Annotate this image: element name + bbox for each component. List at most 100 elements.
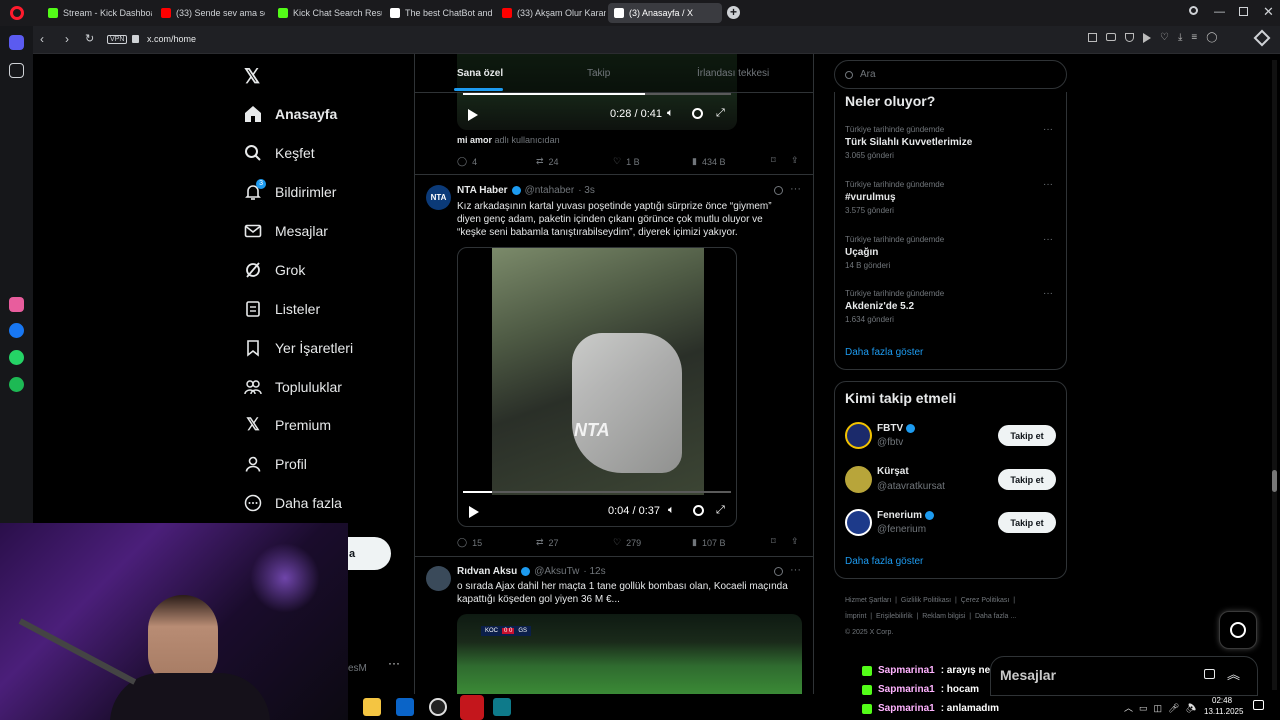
tab-list[interactable]: İrlandası tekkesi	[697, 68, 769, 79]
opera-taskbar-icon[interactable]	[460, 695, 484, 720]
download-icon[interactable]: ⤓	[1178, 33, 1182, 45]
video-progress-track[interactable]	[463, 491, 731, 493]
follow-button[interactable]: Takip et	[998, 425, 1056, 446]
views-action[interactable]: ▮ 434 B	[692, 156, 725, 167]
nav-explore[interactable]: Keşfet	[244, 140, 315, 166]
avatar[interactable]	[845, 466, 872, 493]
footer-link[interactable]: Daha fazla ...	[975, 613, 1016, 620]
app-taskbar-icon[interactable]	[493, 698, 511, 716]
notification-center-icon[interactable]	[1253, 700, 1264, 710]
settings-icon[interactable]	[693, 505, 704, 516]
browser-tab[interactable]: (33) Akşam Olur Karanlığa	[496, 3, 606, 23]
avatar[interactable]	[426, 566, 451, 591]
show-more-link[interactable]: Daha fazla göster	[845, 556, 923, 567]
url-field[interactable]: x.com/home	[147, 34, 196, 44]
footer-link[interactable]: İmprint	[845, 613, 866, 620]
compose-message-icon[interactable]	[1204, 669, 1215, 679]
browser-tab[interactable]: Kick Chat Search Results	[272, 3, 382, 23]
obs-icon[interactable]	[429, 698, 447, 716]
system-tray-icons[interactable]: ︿▭◫🎤︎🔈︎	[1124, 701, 1203, 714]
vpn-badge[interactable]: VPN	[107, 35, 128, 44]
suggestion-name[interactable]: Fenerium	[877, 510, 935, 521]
avatar[interactable]: NTA	[426, 185, 451, 210]
reload-icon[interactable]: ↻	[85, 32, 94, 45]
whatsapp-icon[interactable]	[9, 350, 24, 365]
avatar[interactable]	[845, 422, 872, 449]
nav-messages[interactable]: Mesajlar	[244, 218, 328, 244]
browser-tab[interactable]: The best ChatBot and Wid	[384, 3, 494, 23]
top-video-play-icon[interactable]	[468, 109, 478, 121]
tweet-video[interactable]: NTA 0:04 / 0:37 🔈︎ ⤢	[457, 247, 737, 527]
close-icon[interactable]: ✕	[1263, 4, 1274, 20]
trend-more-icon[interactable]: ···	[1043, 234, 1053, 245]
nav-lists[interactable]: Listeler	[244, 296, 320, 322]
pinboard-icon[interactable]	[9, 63, 24, 78]
outlook-icon[interactable]	[396, 698, 414, 716]
share-action[interactable]: ⇪	[791, 155, 799, 166]
repost-action[interactable]: ⇄ 27	[536, 537, 559, 548]
browser-tab[interactable]: (33) Sende sev ama sevilm	[155, 3, 265, 23]
trend-more-icon[interactable]: ···	[1043, 288, 1053, 299]
menu-icon[interactable]: ≡	[1191, 33, 1197, 45]
trend-item[interactable]: Türkiye tarihinde gündemde Uçağın 14 B g…	[845, 235, 1045, 270]
aria-icon[interactable]	[1253, 29, 1271, 47]
nav-grok[interactable]: Grok	[244, 257, 305, 283]
tweet-more-icon[interactable]: ···	[790, 564, 801, 576]
home-speed-dial-icon[interactable]	[9, 35, 24, 50]
like-action[interactable]: ♡ 279	[613, 537, 641, 548]
show-more-link[interactable]: Daha fazla göster	[845, 347, 923, 358]
nav-more[interactable]: Daha fazla	[244, 490, 342, 516]
repost-action[interactable]: ⇄ 24	[536, 156, 559, 167]
play-icon[interactable]	[1143, 33, 1151, 43]
bookmark-action[interactable]: ⌑	[771, 155, 776, 166]
reply-action[interactable]: ◯ 4	[457, 156, 477, 167]
tab-for-you[interactable]: Sana özel	[457, 68, 503, 79]
heart-icon[interactable]: ♡	[1160, 33, 1169, 45]
tweet-time[interactable]: · 12s	[583, 566, 605, 577]
follow-button[interactable]: Takip et	[998, 512, 1056, 533]
tab-search-icon[interactable]	[1189, 6, 1198, 15]
nav-home[interactable]: Anasayfa	[244, 101, 337, 127]
account-more-icon[interactable]: ···	[388, 656, 400, 670]
camera-icon[interactable]	[1106, 33, 1116, 41]
spotify-icon[interactable]	[9, 377, 24, 392]
edit-icon[interactable]	[1088, 33, 1097, 42]
trend-more-icon[interactable]: ···	[1043, 179, 1053, 190]
nav-bookmarks[interactable]: Yer İşaretleri	[244, 335, 353, 361]
bookmark-action[interactable]: ⌑	[771, 536, 776, 547]
minimize-icon[interactable]: —	[1214, 6, 1225, 18]
page-scrollbar[interactable]	[1272, 60, 1277, 690]
grok-tweet-icon[interactable]	[774, 186, 783, 195]
tweet-time[interactable]: · 3s	[578, 185, 595, 196]
maximize-icon[interactable]	[1239, 7, 1248, 16]
back-icon[interactable]: ‹	[40, 32, 44, 46]
trend-item[interactable]: Türkiye tarihinde gündemde Türk Silahlı …	[845, 125, 1045, 160]
new-tab-plus-icon[interactable]: +	[727, 6, 740, 19]
volume-icon[interactable]: 🔈︎	[667, 107, 674, 120]
trend-item[interactable]: Türkiye tarihinde gündemde #vurulmuş 3.5…	[845, 180, 1045, 215]
forward-icon[interactable]: ›	[65, 32, 69, 46]
nav-notifications[interactable]: 3 Bildirimler	[244, 179, 336, 205]
grok-tweet-icon[interactable]	[774, 567, 783, 576]
reply-action[interactable]: ◯ 15	[457, 537, 482, 548]
author-name[interactable]: Rıdvan Aksu	[457, 566, 517, 577]
nav-profile[interactable]: Profil	[244, 451, 307, 477]
aria-sidebar-icon[interactable]	[9, 297, 24, 312]
browser-tab[interactable]: Stream - Kick Dashboard	[42, 3, 152, 23]
author-handle[interactable]: @ntahaber	[525, 185, 575, 196]
tab-following[interactable]: Takip	[587, 68, 610, 79]
extension-icons[interactable]: ♡ ⤓ ≡ ◯	[1088, 33, 1243, 45]
footer-link[interactable]: Erişilebilirlik	[876, 613, 913, 620]
suggestion-name[interactable]: FBTV	[877, 423, 916, 434]
trend-item[interactable]: Türkiye tarihinde gündemde Akdeniz'de 5.…	[845, 289, 1045, 324]
volume-icon[interactable]: 🔈︎	[668, 504, 675, 517]
video-play-icon[interactable]	[469, 506, 479, 518]
footer-link[interactable]: Reklam bilgisi	[922, 613, 965, 620]
author-handle[interactable]: @AksuTw	[534, 566, 579, 577]
x-logo-icon[interactable]: 𝕏	[244, 64, 260, 89]
clock-time[interactable]: 02:48	[1212, 696, 1232, 705]
messenger-icon[interactable]	[9, 323, 24, 338]
file-explorer-icon[interactable]	[363, 698, 381, 716]
settings-icon[interactable]	[692, 108, 703, 119]
top-video-progress-track[interactable]	[463, 93, 731, 95]
